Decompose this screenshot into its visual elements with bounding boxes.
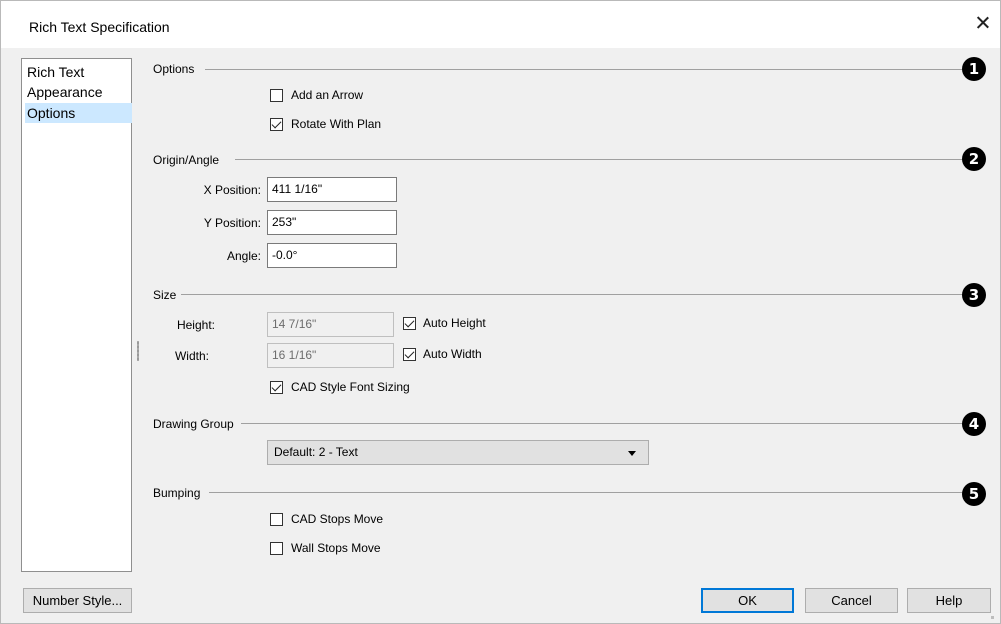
section-bumping-label: Bumping xyxy=(153,486,201,500)
height-field: 14 7/16" xyxy=(267,312,394,337)
section-origin-label: Origin/Angle xyxy=(153,153,220,167)
cancel-button[interactable]: Cancel xyxy=(805,588,898,613)
resize-grip[interactable] xyxy=(991,616,994,619)
add-arrow-checkbox[interactable] xyxy=(270,89,283,102)
title-bar: Rich Text Specification xyxy=(1,1,1000,48)
drawing-group-value: Default: 2 - Text xyxy=(274,445,358,459)
section-options-divider xyxy=(205,69,966,70)
x-position-field[interactable]: 411 1/16" xyxy=(267,177,397,202)
wall-stops-move-checkbox[interactable] xyxy=(270,542,283,555)
window-title: Rich Text Specification xyxy=(29,19,170,35)
angle-label: Angle: xyxy=(226,249,261,263)
cad-stops-move-checkbox[interactable] xyxy=(270,513,283,526)
drawing-group-select[interactable]: Default: 2 - Text xyxy=(267,440,649,465)
section-size-divider xyxy=(181,294,966,295)
auto-width-label: Auto Width xyxy=(423,347,482,361)
section-size-label: Size xyxy=(153,288,177,302)
width-label: Width: xyxy=(174,349,209,363)
rich-text-specification-dialog: Rich Text Specification Rich Text Appear… xyxy=(0,0,1001,624)
nav-item-options[interactable]: Options xyxy=(25,103,132,123)
callout-badge-3: 3 xyxy=(962,283,986,307)
cad-stops-move-label: CAD Stops Move xyxy=(291,512,384,526)
callout-badge-5: 5 xyxy=(962,482,986,506)
rotate-with-plan-checkbox[interactable] xyxy=(270,118,283,131)
rotate-with-plan-label: Rotate With Plan xyxy=(291,117,382,131)
y-position-label: Y Position: xyxy=(203,216,261,230)
category-list[interactable]: Rich Text Appearance Options xyxy=(21,58,132,572)
nav-item-rich-text[interactable]: Rich Text xyxy=(25,62,132,82)
auto-height-label: Auto Height xyxy=(423,316,486,330)
auto-width-checkbox[interactable] xyxy=(403,348,416,361)
section-drawing-group-divider xyxy=(241,423,966,424)
wall-stops-move-label: Wall Stops Move xyxy=(291,541,381,555)
cad-font-sizing-label: CAD Style Font Sizing xyxy=(291,380,410,394)
ok-button[interactable]: OK xyxy=(701,588,794,613)
auto-height-checkbox[interactable] xyxy=(403,317,416,330)
callout-badge-4: 4 xyxy=(962,412,986,436)
section-drawing-group-label: Drawing Group xyxy=(153,417,234,431)
add-arrow-label: Add an Arrow xyxy=(291,88,364,102)
x-position-label: X Position: xyxy=(203,183,261,197)
section-origin-divider xyxy=(235,159,966,160)
callout-badge-1: 1 xyxy=(962,57,986,81)
y-position-field[interactable]: 253" xyxy=(267,210,397,235)
cad-font-sizing-checkbox[interactable] xyxy=(270,381,283,394)
width-field: 16 1/16" xyxy=(267,343,394,368)
height-label: Height: xyxy=(176,318,215,332)
section-options-label: Options xyxy=(153,62,195,76)
number-style-button[interactable]: Number Style... xyxy=(23,588,132,613)
callout-badge-2: 2 xyxy=(962,147,986,171)
angle-field[interactable]: -0.0° xyxy=(267,243,397,268)
nav-item-appearance[interactable]: Appearance xyxy=(25,82,132,102)
chevron-down-icon xyxy=(628,451,636,456)
help-button[interactable]: Help xyxy=(907,588,991,613)
close-icon[interactable] xyxy=(973,13,993,33)
section-bumping-divider xyxy=(209,492,966,493)
